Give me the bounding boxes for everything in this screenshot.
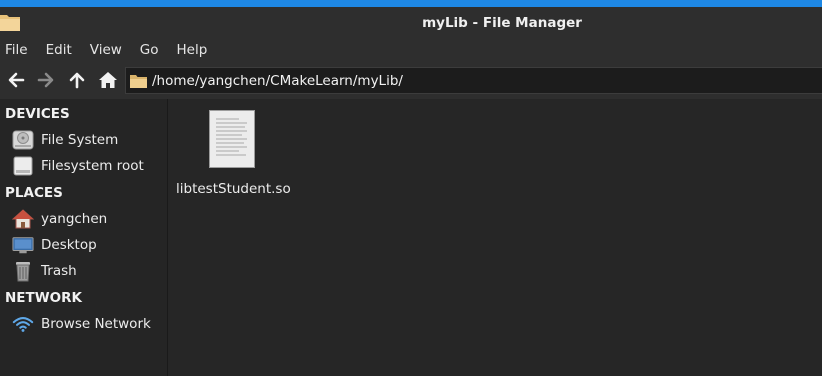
sidebar-item-label: File System <box>41 132 119 148</box>
drive-icon <box>12 155 34 177</box>
home-button[interactable] <box>97 69 119 91</box>
section-network: NETWORK <box>5 290 82 306</box>
section-devices: DEVICES <box>5 106 70 122</box>
accent-strip <box>0 0 822 7</box>
back-arrow-icon <box>8 72 25 88</box>
sidebar-item-label: Trash <box>41 263 77 279</box>
location-path[interactable]: /home/yangchen/CMakeLearn/myLib/ <box>152 73 403 89</box>
sidebar-item-file-system[interactable]: File System <box>12 129 118 151</box>
back-button[interactable] <box>5 69 27 91</box>
sidebar-item-trash[interactable]: Trash <box>12 260 77 282</box>
file-view[interactable]: libtestStudent.so <box>168 99 822 376</box>
sidebar-item-label: yangchen <box>41 211 108 227</box>
folder-icon <box>130 75 147 88</box>
home-icon <box>12 208 34 230</box>
up-button[interactable] <box>66 69 88 91</box>
menu-view[interactable]: View <box>90 42 122 58</box>
menu-file[interactable]: File <box>5 42 28 58</box>
sidebar: DEVICES File System Filesystem root PLAC… <box>0 99 168 376</box>
file-name: libtestStudent.so <box>176 181 291 197</box>
desktop-icon <box>12 234 34 256</box>
toolbar: /home/yangchen/CMakeLearn/myLib/ <box>0 61 822 99</box>
menu-bar: File Edit View Go Help <box>0 38 822 61</box>
file-item[interactable]: libtestStudent.so <box>176 109 291 197</box>
menu-edit[interactable]: Edit <box>46 42 72 58</box>
sidebar-item-label: Desktop <box>41 237 97 253</box>
forward-arrow-icon <box>37 72 54 88</box>
forward-button[interactable] <box>35 69 57 91</box>
home-icon <box>99 72 117 88</box>
up-arrow-icon <box>69 72 85 89</box>
location-bar[interactable]: /home/yangchen/CMakeLearn/myLib/ <box>125 67 822 94</box>
sidebar-item-desktop[interactable]: Desktop <box>12 234 97 256</box>
section-places: PLACES <box>5 185 63 201</box>
menu-go[interactable]: Go <box>140 42 159 58</box>
document-icon <box>209 110 255 168</box>
sidebar-item-label: Browse Network <box>41 316 151 332</box>
sidebar-item-label: Filesystem root <box>41 158 144 174</box>
trash-icon <box>12 260 34 282</box>
sidebar-item-filesystem-root[interactable]: Filesystem root <box>12 155 144 177</box>
menu-help[interactable]: Help <box>177 42 208 58</box>
window-title: myLib - File Manager <box>422 15 582 31</box>
file-manager-window: myLib - File Manager File Edit View Go H… <box>0 0 822 376</box>
sidebar-item-browse-network[interactable]: Browse Network <box>12 313 151 335</box>
wifi-icon <box>12 313 34 335</box>
title-bar[interactable]: myLib - File Manager <box>0 7 822 38</box>
sidebar-item-yangchen[interactable]: yangchen <box>12 208 107 230</box>
drive-icon <box>12 129 34 151</box>
